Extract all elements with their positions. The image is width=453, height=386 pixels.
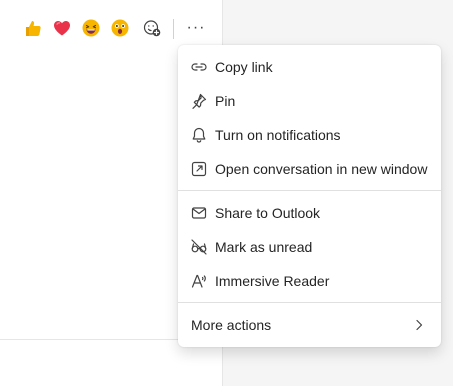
menu-item-pin[interactable]: Pin <box>178 84 441 118</box>
menu-divider <box>178 302 441 303</box>
surprised-reaction-button[interactable] <box>108 16 132 40</box>
like-reaction-button[interactable] <box>21 16 45 40</box>
menu-divider <box>178 190 441 191</box>
menu-item-share-to-outlook[interactable]: Share to Outlook <box>178 196 441 230</box>
mail-icon <box>190 204 208 222</box>
menu-item-label: Share to Outlook <box>215 205 321 221</box>
menu-item-label: Open conversation in new window <box>215 161 428 177</box>
menu-item-label: More actions <box>191 317 272 333</box>
menu-item-label: Immersive Reader <box>215 273 330 289</box>
add-reaction-button[interactable] <box>140 16 164 40</box>
menu-item-label: Copy link <box>215 59 273 75</box>
menu-item-turn-on-notifications[interactable]: Turn on notifications <box>178 118 441 152</box>
menu-item-more-actions[interactable]: More actions <box>178 308 441 342</box>
more-options-button[interactable]: ··· <box>184 16 208 40</box>
menu-item-label: Pin <box>215 93 236 109</box>
laugh-reaction-button[interactable] <box>79 16 103 40</box>
reaction-bar-separator <box>173 19 174 39</box>
pin-icon <box>190 92 208 110</box>
menu-item-open-conversation-new-window[interactable]: Open conversation in new window <box>178 152 441 186</box>
open-window-icon <box>190 160 208 178</box>
laughing-emoji-icon <box>82 19 100 37</box>
immersive-reader-icon <box>190 272 208 290</box>
menu-item-label: Mark as unread <box>215 239 313 255</box>
chevron-right-icon <box>411 317 427 333</box>
unread-glasses-icon <box>190 238 208 256</box>
reaction-bar: ··· <box>0 0 222 44</box>
heart-reaction-button[interactable] <box>50 16 74 40</box>
surprised-emoji-icon <box>111 19 129 37</box>
context-menu: Copy link Pin Turn on notifications Open… <box>178 45 441 347</box>
menu-item-immersive-reader[interactable]: Immersive Reader <box>178 264 441 298</box>
heart-icon <box>54 21 70 36</box>
thumbs-up-icon <box>26 21 41 36</box>
menu-item-copy-link[interactable]: Copy link <box>178 50 441 84</box>
add-reaction-icon <box>143 20 161 37</box>
link-icon <box>190 58 208 76</box>
menu-item-mark-as-unread[interactable]: Mark as unread <box>178 230 441 264</box>
menu-item-label: Turn on notifications <box>215 127 341 143</box>
bell-icon <box>190 126 208 144</box>
